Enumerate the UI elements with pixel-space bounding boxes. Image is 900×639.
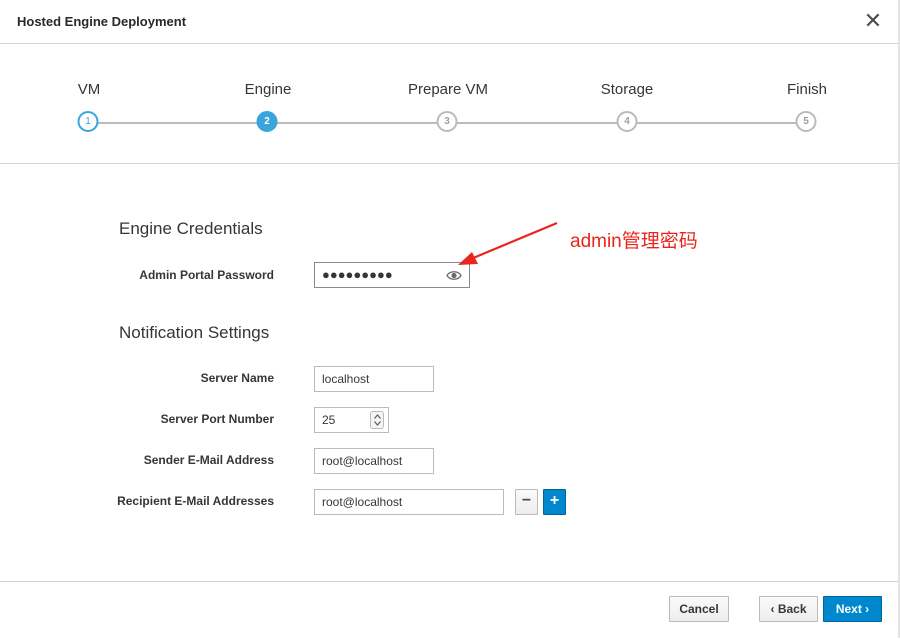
step-label-vm: VM — [77, 81, 101, 98]
recipient-email-label: Recipient E-Mail Addresses — [117, 494, 274, 508]
cancel-button[interactable]: Cancel — [669, 596, 729, 622]
step-1-circle[interactable]: 1 — [77, 111, 99, 132]
dialog-header: Hosted Engine Deployment ✕ — [0, 0, 898, 44]
notification-settings-heading: Notification Settings — [119, 323, 270, 342]
step-5-circle[interactable]: 5 — [795, 111, 817, 132]
server-port-stepper[interactable]: 25 — [314, 407, 389, 433]
password-mask: ●●●●●●●●● — [322, 267, 393, 282]
server-port-value: 25 — [322, 413, 336, 427]
server-name-label: Server Name — [200, 371, 274, 385]
step-label-engine: Engine — [244, 81, 292, 98]
dialog-title: Hosted Engine Deployment — [17, 14, 187, 29]
admin-password-label: Admin Portal Password — [139, 268, 274, 282]
sender-email-label: Sender E-Mail Address — [143, 453, 274, 467]
chevron-up-icon[interactable] — [374, 414, 381, 419]
add-recipient-button[interactable]: + — [543, 489, 566, 515]
close-icon[interactable]: ✕ — [862, 10, 884, 32]
remove-recipient-button[interactable]: − — [515, 489, 538, 515]
step-4-circle[interactable]: 4 — [616, 111, 638, 132]
recipient-email-input[interactable] — [314, 489, 504, 515]
step-2-circle[interactable]: 2 — [256, 111, 278, 132]
chevron-down-icon[interactable] — [374, 421, 381, 426]
back-button[interactable]: ‹ Back — [759, 596, 818, 622]
wizard-steps: VM 1 Engine 2 Prepare VM 3 Storage 4 Fin… — [0, 44, 898, 164]
server-name-input[interactable] — [314, 366, 434, 392]
port-spinner[interactable] — [370, 411, 384, 429]
sender-email-input[interactable] — [314, 448, 434, 474]
server-port-label: Server Port Number — [160, 412, 274, 426]
engine-credentials-heading: Engine Credentials — [119, 219, 263, 238]
annotation-arrow-icon — [458, 221, 558, 265]
admin-password-input[interactable]: ●●●●●●●●● — [314, 262, 470, 288]
step-3-circle[interactable]: 3 — [436, 111, 458, 132]
step-label-finish: Finish — [786, 81, 828, 98]
step-label-prepare-vm: Prepare VM — [407, 81, 489, 98]
step-label-storage: Storage — [600, 81, 654, 98]
annotation-text: admin管理密码 — [570, 231, 698, 252]
dialog-footer: Cancel ‹ Back Next › — [0, 581, 898, 639]
next-button[interactable]: Next › — [823, 596, 882, 622]
